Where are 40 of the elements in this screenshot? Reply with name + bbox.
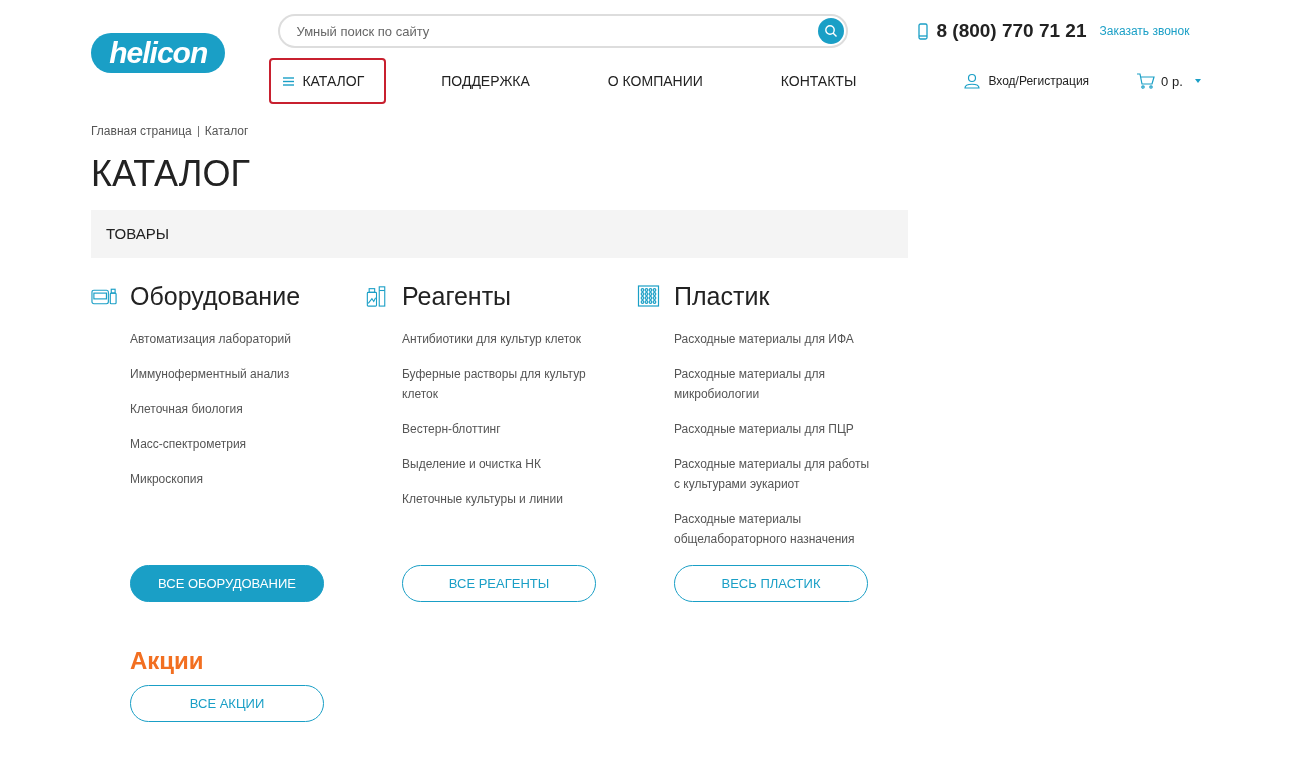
subcategory-link[interactable]: Буферные растворы для культур клеток: [402, 363, 598, 404]
nav-item[interactable]: КАТАЛОГ: [269, 58, 387, 104]
subcategory-link[interactable]: Вестерн-блоттинг: [402, 418, 598, 439]
subcategory-link[interactable]: Микроскопия: [130, 468, 326, 489]
phone-number: 8 (800) 770 71 21: [936, 20, 1087, 42]
page-title: КАТАЛОГ: [91, 154, 251, 194]
caret-icon: [1194, 79, 1201, 83]
search-button[interactable]: [818, 18, 845, 44]
subcategory-link[interactable]: Антибиотики для культур клеток: [402, 328, 598, 349]
subcategory-link[interactable]: Автоматизация лабораторий: [130, 328, 326, 349]
user-icon: [964, 73, 981, 89]
subcategory-link[interactable]: Масс-спектрометрия: [130, 433, 326, 454]
search-field[interactable]: Умный поиск по сайту: [294, 22, 819, 40]
search-icon: [824, 24, 839, 38]
breadcrumb-link[interactable]: Главная страница: [91, 124, 192, 138]
login-link[interactable]: Вход/Регистрация: [964, 73, 1090, 89]
subcategory-link[interactable]: Клеточная биология: [130, 398, 326, 419]
subcategory-link[interactable]: Расходные материалы для ИФА: [674, 328, 870, 349]
nav-item[interactable]: ПОДДЕРЖКА: [418, 58, 553, 104]
category-title[interactable]: Реагенты: [402, 281, 512, 311]
search-bar[interactable]: Умный поиск по сайту: [278, 14, 849, 48]
cart-icon: [1137, 73, 1156, 89]
subcategory-link[interactable]: Расходные материалы общелабораторного назначения: [674, 508, 870, 549]
subcategory-link[interactable]: Выделение и очистка НК: [402, 453, 598, 474]
nav-item[interactable]: О КОМПАНИИ: [584, 58, 726, 104]
subcategory-link[interactable]: Иммуноферментный анализ: [130, 363, 326, 384]
category-title[interactable]: Оборудование: [130, 281, 301, 311]
promo-title: Акции: [130, 646, 205, 675]
nav-item[interactable]: КОНТАКТЫ: [757, 58, 880, 104]
phone-icon: [918, 22, 929, 40]
category-title[interactable]: Пластик: [674, 281, 770, 311]
subcategory-link[interactable]: Расходные материалы для ПЦР: [674, 418, 870, 439]
section-header: ТОВАРЫ: [91, 209, 908, 258]
subcategory-link[interactable]: Расходные материалы для работы с культурами эукариот: [674, 453, 870, 494]
subcategory-link[interactable]: Расходные материалы для микробиологии: [674, 363, 870, 404]
breadcrumb-link[interactable]: Каталог: [204, 124, 249, 138]
cart-link[interactable]: 0 р.: [1137, 73, 1201, 89]
menu-icon: [283, 76, 295, 86]
subcategory-link[interactable]: Клеточные культуры и линии: [402, 488, 598, 509]
plate-icon: [635, 285, 662, 308]
